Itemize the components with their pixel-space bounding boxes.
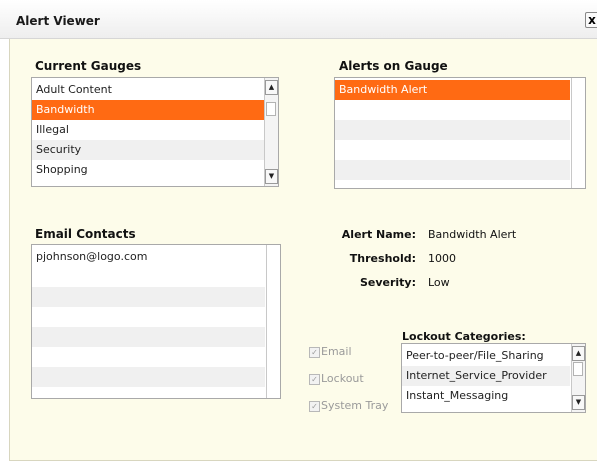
severity-value: Low	[428, 276, 450, 289]
alert-viewer-window: Alert Viewer x Current Gauges Adult Cont…	[0, 0, 597, 466]
contact-item[interactable]: pjohnson@logo.com	[32, 247, 265, 267]
lockout-checkbox[interactable]: ✓ Lockout	[309, 372, 364, 385]
severity-label: Severity:	[359, 276, 416, 289]
list-item	[32, 327, 265, 347]
lockout-checkbox-label: Lockout	[321, 372, 364, 385]
alerts-scrollbar[interactable]	[571, 78, 585, 188]
alerts-on-gauge-list[interactable]: Bandwidth Alert	[334, 77, 586, 189]
email-checkbox-label: Email	[321, 345, 352, 358]
email-checkbox[interactable]: ✓ Email	[309, 345, 352, 358]
list-item	[335, 140, 570, 160]
lockout-categories-list[interactable]: Peer-to-peer/File_Sharing Internet_Servi…	[401, 343, 586, 413]
contacts-scrollbar[interactable]	[266, 245, 280, 398]
alert-name-label: Alert Name:	[341, 228, 416, 241]
current-gauges-heading: Current Gauges	[35, 59, 142, 73]
lockout-item-instant-messaging[interactable]: Instant_Messaging	[402, 386, 570, 406]
scroll-down-arrow-icon[interactable]: ▼	[265, 169, 278, 184]
lockout-categories-heading: Lockout Categories:	[402, 330, 526, 343]
list-item	[32, 267, 265, 287]
scroll-down-arrow-icon[interactable]: ▼	[572, 395, 585, 410]
window-title: Alert Viewer	[16, 14, 100, 28]
gauge-item-illegal[interactable]: Illegal	[32, 120, 278, 140]
list-item	[32, 347, 265, 367]
scroll-up-arrow-icon[interactable]: ▲	[265, 80, 278, 95]
system-tray-checkbox-label: System Tray	[321, 399, 389, 412]
email-contacts-heading: Email Contacts	[35, 227, 136, 241]
list-item	[335, 160, 570, 180]
alert-item-bandwidth-alert[interactable]: Bandwidth Alert	[335, 80, 570, 100]
list-item	[335, 100, 570, 120]
gauge-item-shopping[interactable]: Shopping	[32, 160, 278, 180]
system-tray-checkbox[interactable]: ✓ System Tray	[309, 399, 388, 412]
lockout-item-isp[interactable]: Internet_Service_Provider	[402, 366, 570, 386]
checkmark-icon: ✓	[309, 346, 320, 358]
close-button[interactable]: x	[585, 12, 597, 28]
checkmark-icon: ✓	[309, 373, 320, 385]
title-bar: Alert Viewer x	[0, 0, 597, 39]
alert-name-value: Bandwidth Alert	[428, 228, 517, 241]
scroll-thumb[interactable]	[266, 102, 276, 116]
threshold-value: 1000	[428, 252, 456, 265]
threshold-label: Threshold:	[349, 252, 416, 265]
list-item	[32, 287, 265, 307]
list-item	[335, 120, 570, 140]
checkmark-icon: ✓	[309, 400, 320, 412]
gauge-item-security[interactable]: Security	[32, 140, 278, 160]
alerts-on-gauge-heading: Alerts on Gauge	[339, 59, 448, 73]
list-item	[32, 367, 265, 387]
list-item	[32, 307, 265, 327]
gauge-item-adult-content[interactable]: Adult Content	[32, 80, 278, 100]
email-contacts-list[interactable]: pjohnson@logo.com	[31, 244, 281, 399]
scroll-up-arrow-icon[interactable]: ▲	[572, 346, 585, 361]
current-gauges-list[interactable]: Adult Content Bandwidth Illegal Security…	[31, 77, 279, 187]
gauges-scrollbar[interactable]: ▲ ▼	[264, 78, 278, 186]
lockout-item-peer-to-peer[interactable]: Peer-to-peer/File_Sharing	[402, 346, 570, 366]
lockout-scrollbar[interactable]: ▲ ▼	[571, 344, 585, 412]
gauge-item-bandwidth[interactable]: Bandwidth	[32, 100, 278, 120]
scroll-thumb[interactable]	[573, 362, 583, 376]
